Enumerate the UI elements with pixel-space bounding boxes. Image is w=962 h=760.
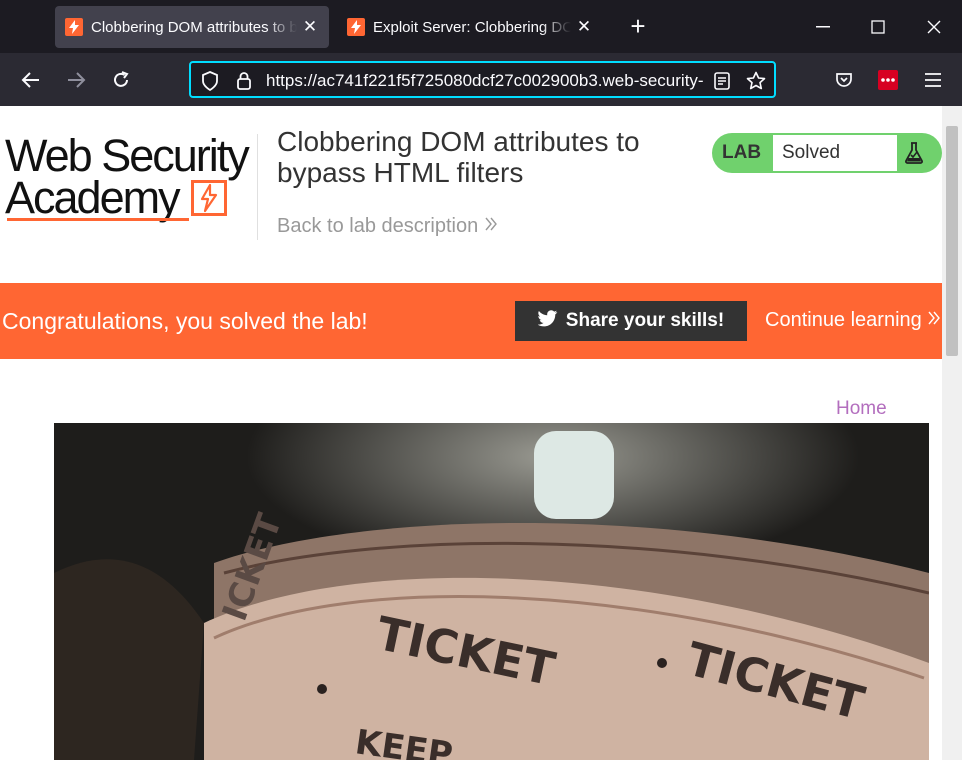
maximize-icon[interactable]	[863, 12, 893, 42]
lab-tag: LAB	[722, 142, 762, 163]
status-text: Solved	[773, 135, 897, 171]
lightning-icon	[65, 18, 83, 36]
tab-exploit-server[interactable]: Exploit Server: Clobbering DOM attribute…	[337, 6, 603, 48]
web-security-academy-logo[interactable]: Web Security Academy	[5, 130, 255, 226]
congratulations-message: Congratulations, you solved the lab!	[2, 308, 368, 334]
close-tab-icon[interactable]: ✕	[575, 17, 593, 37]
bookmark-star-icon[interactable]	[745, 70, 767, 92]
scrollbar-thumb[interactable]	[946, 126, 958, 356]
blog-post-image: TICKET TICKET KEEP ICKET	[54, 423, 929, 760]
minimize-icon[interactable]	[808, 12, 838, 42]
continue-learning-link[interactable]: Continue learning	[765, 309, 941, 332]
share-label: Share your skills!	[565, 310, 725, 331]
logo-line2: Academy	[5, 172, 181, 223]
tab-lab[interactable]: Clobbering DOM attributes to bypass HTML…	[55, 6, 329, 48]
back-to-lab-link[interactable]: Back to lab description	[277, 215, 498, 238]
lab-title: Clobbering DOM attributes to bypass HTML…	[277, 126, 640, 188]
back-arrow-icon[interactable]	[14, 63, 48, 97]
lab-status-badge: LAB Solved	[712, 133, 942, 173]
extension-icon[interactable]	[871, 63, 905, 97]
share-skills-button[interactable]: Share your skills!	[515, 301, 747, 341]
twitter-icon	[537, 309, 558, 333]
page-content: Web Security Academy Clobbering DOM attr…	[0, 106, 942, 760]
new-tab-button[interactable]: +	[623, 12, 653, 42]
tab-bar: Clobbering DOM attributes to bypass HTML…	[0, 0, 962, 53]
double-chevron-icon	[484, 215, 498, 238]
tab-title: Clobbering DOM attributes to bypass HTML…	[91, 18, 297, 36]
back-link-label: Back to lab description	[277, 215, 479, 237]
continue-label: Continue learning	[765, 309, 922, 331]
lightning-icon	[191, 180, 227, 216]
close-tab-icon[interactable]: ✕	[301, 17, 319, 37]
shield-icon[interactable]	[199, 70, 221, 92]
pocket-icon[interactable]	[827, 63, 861, 97]
navigation-bar: https://ac741f221f5f725080dcf27c002900b3…	[0, 53, 962, 106]
reader-view-icon[interactable]	[711, 70, 733, 92]
flask-icon	[902, 141, 926, 165]
close-window-icon[interactable]	[919, 12, 949, 42]
congratulations-banner: Congratulations, you solved the lab! Sha…	[0, 283, 942, 359]
url-bar[interactable]: https://ac741f221f5f725080dcf27c002900b3…	[189, 61, 776, 98]
home-link[interactable]: Home	[836, 398, 887, 420]
lightning-icon	[347, 18, 365, 36]
header-divider	[257, 134, 258, 240]
menu-icon[interactable]	[916, 63, 950, 97]
reload-icon[interactable]	[104, 63, 138, 97]
double-chevron-icon	[927, 309, 941, 331]
lock-icon[interactable]	[233, 70, 255, 92]
forward-arrow-icon[interactable]	[59, 63, 93, 97]
page-scrollbar[interactable]	[942, 106, 962, 760]
tab-title: Exploit Server: Clobbering DOM attribute…	[373, 18, 571, 36]
url-text[interactable]: https://ac741f221f5f725080dcf27c002900b3…	[266, 71, 704, 91]
logo-underline	[7, 218, 189, 221]
